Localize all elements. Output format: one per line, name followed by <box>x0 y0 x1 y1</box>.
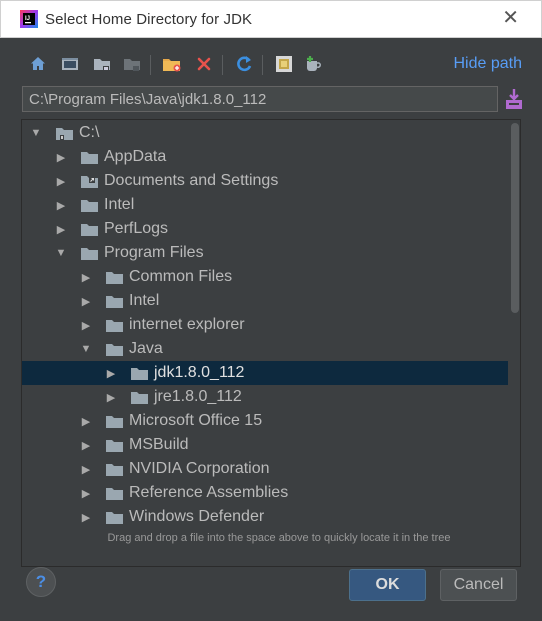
folder-icon <box>80 221 99 237</box>
select-path-icon[interactable] <box>504 88 524 110</box>
folder-icon <box>105 509 124 525</box>
tree-row[interactable]: ▼ C:\ <box>22 121 508 145</box>
toolbar-separator <box>222 55 223 75</box>
tree-row-label: jdk1.8.0_112 <box>154 364 245 381</box>
collapsed-arrow-icon[interactable]: ▶ <box>80 295 92 308</box>
tree-row-label: MSBuild <box>129 436 189 453</box>
tree-row-label: C:\ <box>79 124 100 141</box>
desktop-icon[interactable] <box>58 52 82 76</box>
tree-row-label: Documents and Settings <box>104 172 279 189</box>
tree-row[interactable]: ▶ Microsoft Office 15 <box>22 409 508 433</box>
tree-row-label: NVIDIA Corporation <box>129 460 270 477</box>
tree-row-label: Reference Assemblies <box>129 484 289 501</box>
delete-icon[interactable] <box>192 52 216 76</box>
collapsed-arrow-icon[interactable]: ▶ <box>80 487 92 500</box>
collapsed-arrow-icon[interactable]: ▶ <box>105 391 117 404</box>
tree-row-label: AppData <box>104 148 167 165</box>
new-folder-icon[interactable] <box>160 52 184 76</box>
folder-icon <box>105 437 124 453</box>
collapsed-arrow-icon[interactable]: ▶ <box>55 175 67 188</box>
tree-row-label: Intel <box>129 292 160 309</box>
tree-row-label: Windows Defender <box>129 508 265 525</box>
tree-row[interactable]: ▶ jdk1.8.0_112 <box>22 361 508 385</box>
drag-drop-hint: Drag and drop a file into the space abov… <box>107 532 451 544</box>
scrollbar-thumb[interactable] <box>511 123 519 313</box>
folder-icon <box>105 485 124 501</box>
tree-row[interactable]: ▶ Reference Assemblies <box>22 481 508 505</box>
refresh-icon[interactable] <box>232 52 256 76</box>
toolbar <box>26 52 346 78</box>
folder-icon <box>105 317 124 333</box>
collapsed-arrow-icon[interactable]: ▶ <box>105 367 117 380</box>
folder-icon <box>105 269 124 285</box>
folder-icon <box>80 149 99 165</box>
tree-row[interactable]: ▶ internet explorer <box>22 313 508 337</box>
add-sdk-icon[interactable] <box>302 52 326 76</box>
help-button[interactable]: ? <box>26 567 56 597</box>
folder-icon <box>105 413 124 429</box>
tree-row[interactable]: ▶ NVIDIA Corporation <box>22 457 508 481</box>
folder-link-icon <box>80 173 99 189</box>
tree-scrollbar[interactable] <box>509 120 520 566</box>
toolbar-separator <box>262 55 263 75</box>
tree-row-label: Java <box>129 340 163 357</box>
intellij-app-icon: IJ <box>20 10 38 28</box>
svg-text:IJ: IJ <box>25 16 30 22</box>
drive-icon <box>55 125 74 141</box>
tree-row[interactable]: ▶ Common Files <box>22 265 508 289</box>
expanded-arrow-icon[interactable]: ▼ <box>30 127 42 139</box>
file-chooser-dialog: Hide path ▼ C:\ ▶ AppData ▶ Documents and Set… <box>8 38 534 615</box>
cancel-button[interactable]: Cancel <box>440 569 517 601</box>
close-icon[interactable]: ✕ <box>502 8 519 28</box>
tree-row[interactable]: ▶ Documents and Settings <box>22 169 508 193</box>
project-folder-icon[interactable] <box>90 52 114 76</box>
help-icon: ? <box>35 572 47 591</box>
tree-row[interactable]: ▶ Intel <box>22 193 508 217</box>
folder-icon <box>105 293 124 309</box>
tree-row-label: internet explorer <box>129 316 245 333</box>
folder-icon <box>130 389 149 405</box>
collapsed-arrow-icon[interactable]: ▶ <box>80 439 92 452</box>
window-titlebar: IJ Select Home Directory for JDK ✕ <box>0 0 542 38</box>
path-input[interactable] <box>22 86 498 112</box>
ok-button[interactable]: OK <box>349 569 426 601</box>
collapsed-arrow-icon[interactable]: ▶ <box>80 511 92 524</box>
expanded-arrow-icon[interactable]: ▼ <box>80 343 92 355</box>
collapsed-arrow-icon[interactable]: ▶ <box>55 151 67 164</box>
show-hidden-icon[interactable] <box>272 52 296 76</box>
toolbar-separator <box>150 55 151 75</box>
collapsed-arrow-icon[interactable]: ▶ <box>55 199 67 212</box>
tree-row[interactable]: ▶ MSBuild <box>22 433 508 457</box>
folder-icon <box>80 197 99 213</box>
window-title: Select Home Directory for JDK <box>45 11 253 28</box>
collapsed-arrow-icon[interactable]: ▶ <box>80 319 92 332</box>
tree-row[interactable]: ▶ Intel <box>22 289 508 313</box>
collapsed-arrow-icon[interactable]: ▶ <box>80 463 92 476</box>
tree-row[interactable]: ▶ AppData <box>22 145 508 169</box>
tree-row-label: Program Files <box>104 244 204 261</box>
tree-row[interactable]: ▼ Program Files <box>22 241 508 265</box>
folder-icon <box>80 245 99 261</box>
folder-icon <box>105 341 124 357</box>
tree-row[interactable]: ▶ Windows Defender <box>22 505 508 529</box>
home-icon[interactable] <box>26 52 50 76</box>
tree-row-label: PerfLogs <box>104 220 169 237</box>
tree-row-label: jre1.8.0_112 <box>154 388 242 405</box>
module-folder-icon[interactable] <box>120 52 144 76</box>
expanded-arrow-icon[interactable]: ▼ <box>55 247 67 259</box>
tree-row-label: Microsoft Office 15 <box>129 412 263 429</box>
collapsed-arrow-icon[interactable]: ▶ <box>55 223 67 236</box>
collapsed-arrow-icon[interactable]: ▶ <box>80 271 92 284</box>
folder-icon <box>105 461 124 477</box>
tree-row[interactable]: ▶ jre1.8.0_112 <box>22 385 508 409</box>
tree-row[interactable]: ▼ Java <box>22 337 508 361</box>
hide-path-link[interactable]: Hide path <box>454 55 523 73</box>
file-tree[interactable]: ▼ C:\ ▶ AppData ▶ Documents and Settings ▶ Inte… <box>21 119 521 567</box>
tree-row[interactable]: ▶ PerfLogs <box>22 217 508 241</box>
folder-icon <box>130 365 149 381</box>
tree-row-label: Common Files <box>129 268 233 285</box>
tree-row-label: Intel <box>104 196 135 213</box>
collapsed-arrow-icon[interactable]: ▶ <box>80 415 92 428</box>
